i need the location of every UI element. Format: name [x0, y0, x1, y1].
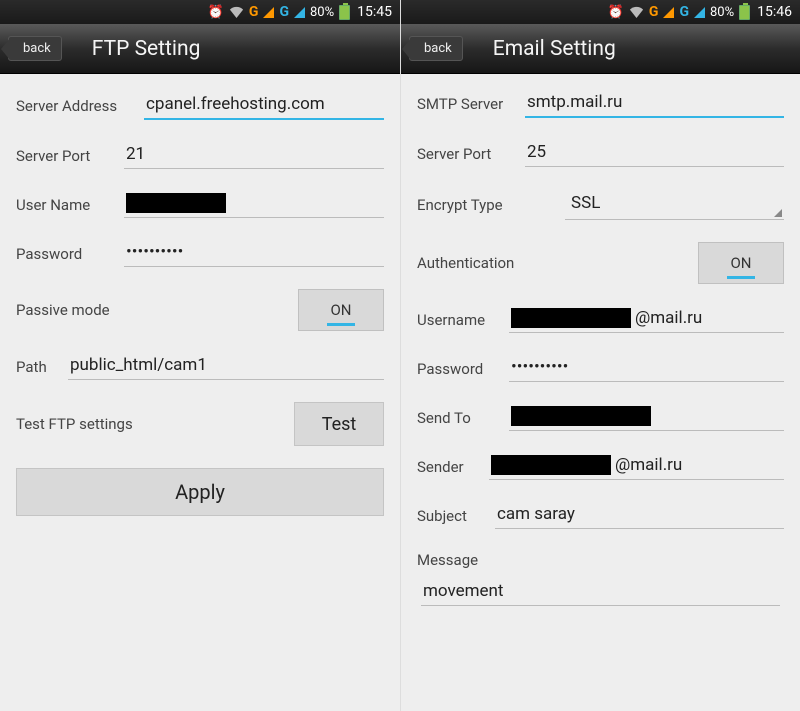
signal-2-icon [694, 7, 705, 18]
password-label: Password [16, 245, 124, 263]
status-bar: ⏰ G G 80% 15:46 [401, 0, 800, 24]
back-button[interactable]: back [8, 36, 62, 61]
back-button[interactable]: back [409, 36, 463, 61]
form-content: SMTP Server smtp.mail.ru Server Port 25 … [401, 74, 800, 616]
network-g-icon: G [649, 4, 659, 20]
test-button[interactable]: Test [294, 402, 384, 446]
battery-icon [339, 5, 350, 20]
battery-icon [739, 5, 750, 20]
encrypt-type-label: Encrypt Type [417, 196, 545, 214]
authentication-toggle[interactable]: ON [698, 242, 784, 284]
clock-time: 15:46 [757, 4, 792, 20]
server-address-label: Server Address [16, 97, 144, 115]
path-label: Path [16, 358, 68, 376]
page-title: Email Setting [493, 37, 616, 61]
apply-button[interactable]: Apply [16, 468, 384, 516]
smtp-server-label: SMTP Server [417, 95, 525, 113]
encrypt-type-select[interactable]: SSL [565, 189, 784, 220]
message-label: Message [417, 551, 525, 569]
username-label: Username [417, 311, 509, 329]
battery-percent: 80% [710, 5, 734, 20]
signal-2-icon [294, 7, 305, 18]
email-setting-screen: ⏰ G G 80% 15:46 back Email Setting SMTP … [400, 0, 800, 711]
authentication-label: Authentication [417, 254, 545, 272]
signal-1-icon [663, 7, 674, 18]
wifi-icon [229, 6, 244, 18]
subject-label: Subject [417, 507, 495, 525]
server-port-label: Server Port [417, 145, 525, 163]
sender-input[interactable]: @mail.ru [489, 453, 784, 480]
server-port-label: Server Port [16, 147, 124, 165]
header-bar: back FTP Setting [0, 24, 400, 74]
subject-input[interactable]: cam saray [495, 502, 784, 529]
network-g2-icon: G [279, 4, 289, 20]
test-ftp-label: Test FTP settings [16, 415, 166, 433]
redacted-text [126, 193, 226, 213]
alarm-icon: ⏰ [208, 5, 224, 20]
server-address-input[interactable]: cpanel.freehosting.com [144, 92, 384, 120]
wifi-icon [629, 6, 644, 18]
sender-label: Sender [417, 458, 489, 476]
page-title: FTP Setting [92, 37, 201, 61]
status-bar: ⏰ G G 80% 15:45 [0, 0, 400, 24]
header-bar: back Email Setting [401, 24, 800, 74]
username-input[interactable]: @mail.ru [509, 306, 784, 333]
password-label: Password [417, 360, 509, 378]
redacted-text [511, 406, 651, 426]
send-to-label: Send To [417, 409, 509, 427]
network-g2-icon: G [679, 4, 689, 20]
alarm-icon: ⏰ [608, 5, 624, 20]
user-name-input[interactable] [124, 191, 384, 218]
ftp-setting-screen: ⏰ G G 80% 15:45 back FTP Setting Server … [0, 0, 400, 711]
battery-percent: 80% [310, 5, 334, 20]
user-name-label: User Name [16, 196, 124, 214]
username-suffix: @mail.ru [635, 308, 702, 328]
password-input[interactable]: •••••••••• [124, 240, 384, 267]
signal-1-icon [263, 7, 274, 18]
network-g-icon: G [249, 4, 259, 20]
clock-time: 15:45 [357, 4, 392, 20]
server-port-input[interactable]: 21 [124, 142, 384, 169]
path-input[interactable]: public_html/cam1 [68, 353, 384, 380]
smtp-server-input[interactable]: smtp.mail.ru [525, 90, 784, 118]
passive-mode-label: Passive mode [16, 301, 144, 319]
redacted-text [491, 455, 611, 475]
send-to-input[interactable] [509, 404, 784, 431]
passive-mode-toggle[interactable]: ON [298, 289, 384, 331]
redacted-text [511, 308, 631, 328]
form-content: Server Address cpanel.freehosting.com Se… [0, 74, 400, 526]
server-port-input[interactable]: 25 [525, 140, 784, 167]
password-input[interactable]: •••••••••• [509, 355, 784, 382]
message-input[interactable]: movement [421, 579, 780, 606]
sender-suffix: @mail.ru [615, 455, 682, 475]
